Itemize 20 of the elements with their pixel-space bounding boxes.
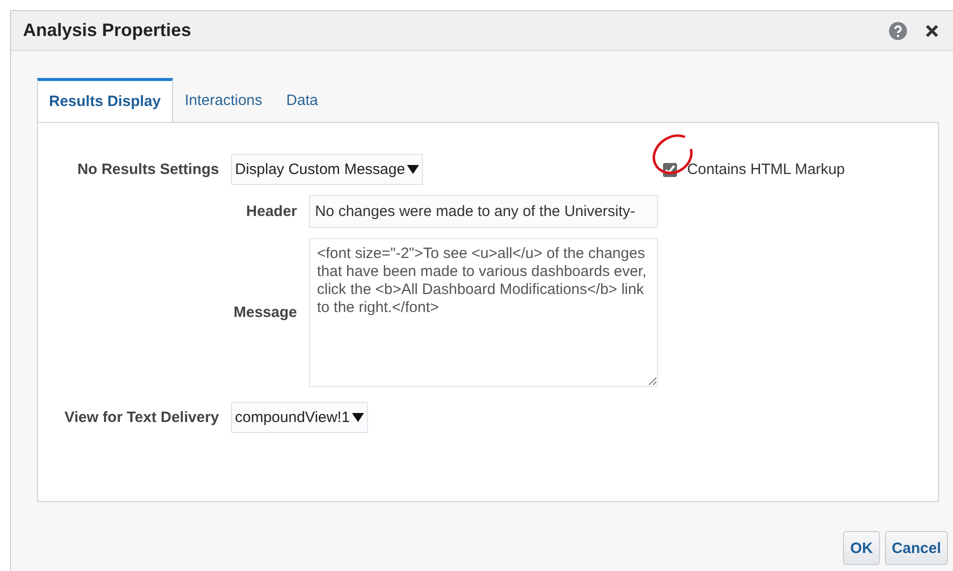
tab[interactable]: Results Display (37, 78, 173, 122)
dialog-button[interactable]: Cancel (884, 531, 948, 565)
field-label: Message (232, 304, 297, 321)
caret-icon (407, 165, 420, 174)
close-icon[interactable] (925, 24, 939, 38)
dialog-title: Analysis Properties (23, 20, 192, 41)
dropdown[interactable]: compoundView!1 (231, 402, 368, 433)
tab[interactable]: Interactions (172, 78, 274, 122)
checkbox[interactable] (663, 162, 678, 176)
message-field[interactable]: <font size="-2">To see <u>all</u> of the changes that have been made to various dashboards ever, click the <b>All Dashboard Modifications</b> link to the right.</font> (309, 238, 658, 387)
help-icon[interactable] (889, 22, 907, 40)
dropdown[interactable]: Display Custom Message (231, 154, 424, 185)
input-field[interactable]: No changes were made to any of the University- (309, 195, 658, 228)
field-label: View for Text Delivery (63, 409, 219, 426)
checkbox-label: Contains HTML Markup (687, 161, 845, 178)
caret-icon (352, 413, 364, 422)
field-label: No Results Settings (76, 161, 219, 178)
field-label: Header (245, 203, 297, 220)
dialog-button[interactable]: OK (843, 531, 880, 565)
tab[interactable]: Data (274, 78, 330, 122)
